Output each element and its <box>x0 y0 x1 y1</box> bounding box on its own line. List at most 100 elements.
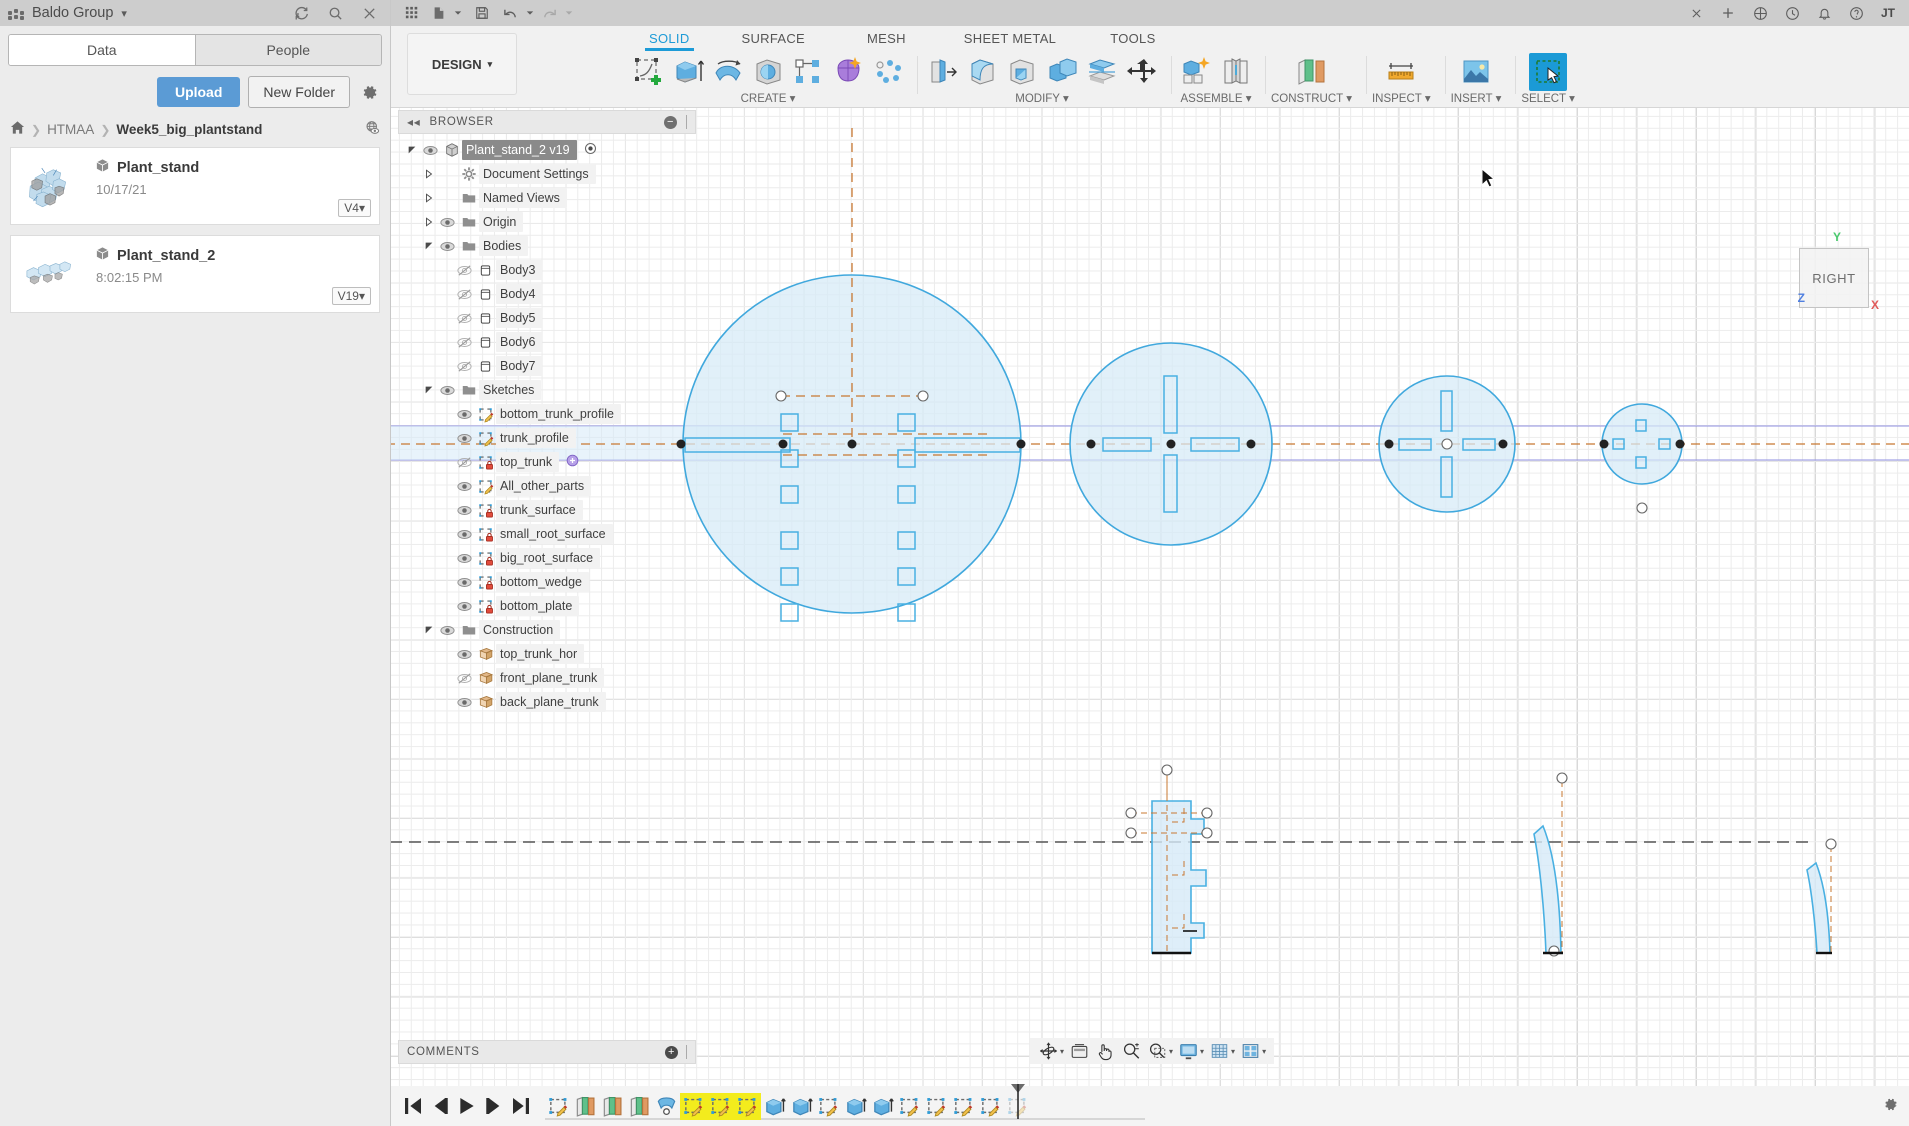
offset-plane-icon[interactable] <box>1292 53 1330 91</box>
play-icon[interactable] <box>455 1094 479 1118</box>
collapse-left-icon[interactable]: ◂◂ <box>407 115 420 129</box>
tab-tools[interactable]: TOOLS <box>1098 31 1167 46</box>
timeline-feature-1[interactable] <box>572 1093 599 1120</box>
chevron-down-icon[interactable] <box>523 2 536 24</box>
timeline-feature-13[interactable] <box>896 1093 923 1120</box>
create-sketch-icon[interactable] <box>629 53 667 91</box>
form-icon[interactable] <box>829 53 867 91</box>
search-icon[interactable] <box>322 2 348 24</box>
tree-item-body7[interactable]: Body7 <box>398 354 696 378</box>
eye-visible-icon[interactable] <box>419 142 441 159</box>
breadcrumb-item-1[interactable]: Week5_big_plantstand <box>116 122 262 137</box>
joint-icon[interactable] <box>1217 53 1255 91</box>
shell-icon[interactable] <box>1003 53 1041 91</box>
eye-hidden-icon[interactable] <box>453 334 475 351</box>
timeline-feature-6[interactable] <box>707 1092 734 1120</box>
tree-item-back-plane-trunk[interactable]: back_plane_trunk <box>398 690 696 714</box>
timeline-feature-0[interactable] <box>545 1093 572 1120</box>
fillet-icon[interactable] <box>963 53 1001 91</box>
revolve-icon[interactable] <box>709 53 747 91</box>
group-dropdown-caret[interactable]: ▾ <box>121 7 127 20</box>
upload-button[interactable]: Upload <box>156 77 241 107</box>
timeline-settings-gear-icon[interactable] <box>1882 1096 1899 1118</box>
eye-visible-icon[interactable] <box>453 574 475 591</box>
viewports-icon[interactable]: ▾ <box>1238 1039 1268 1063</box>
tab-solid[interactable]: SOLID <box>637 31 702 51</box>
eye-visible-icon[interactable] <box>453 502 475 519</box>
display-settings-icon[interactable]: ▾ <box>1176 1039 1206 1063</box>
insert-image-icon[interactable] <box>1457 53 1495 91</box>
tree-item-body6[interactable]: Body6 <box>398 330 696 354</box>
collapse-arrow-icon[interactable] <box>421 193 436 203</box>
measure-icon[interactable] <box>1382 53 1420 91</box>
timeline-feature-9[interactable] <box>788 1093 815 1120</box>
tab-sheet-metal[interactable]: SHEET METAL <box>952 31 1068 46</box>
pattern-icon[interactable] <box>789 53 827 91</box>
grid-snap-icon[interactable]: ▾ <box>1207 1039 1237 1063</box>
collapse-arrow-icon[interactable] <box>421 217 436 227</box>
add-tab-icon[interactable] <box>1713 2 1743 24</box>
timeline-feature-12[interactable] <box>869 1093 896 1120</box>
grid-apps-icon[interactable] <box>397 2 427 24</box>
tree-item-front-plane-trunk[interactable]: front_plane_trunk <box>398 666 696 690</box>
group-name[interactable]: Baldo Group <box>32 5 113 21</box>
tree-item-plant-stand-2-v19[interactable]: Plant_stand_2 v19 <box>398 138 696 162</box>
tree-item-bottom-plate[interactable]: bottom_plate <box>398 594 696 618</box>
chevron-down-icon[interactable] <box>562 2 575 24</box>
tree-item-document-settings[interactable]: Document Settings <box>398 162 696 186</box>
eye-visible-icon[interactable] <box>453 406 475 423</box>
extensions-icon[interactable] <box>1745 2 1775 24</box>
skip-start-icon[interactable] <box>401 1094 425 1118</box>
timeline-feature-15[interactable] <box>950 1093 977 1120</box>
save-icon[interactable] <box>467 2 497 24</box>
collapse-arrow-icon[interactable] <box>421 169 436 179</box>
eye-visible-icon[interactable] <box>436 382 458 399</box>
zoom-window-icon[interactable]: ▾ <box>1145 1039 1175 1063</box>
chevron-down-icon[interactable]: ▾ <box>1231 1047 1235 1056</box>
eye-hidden-icon[interactable] <box>453 358 475 375</box>
chevron-down-icon[interactable] <box>451 2 465 24</box>
help-icon[interactable] <box>1841 2 1871 24</box>
tree-item-origin[interactable]: Origin <box>398 210 696 234</box>
timeline-feature-8[interactable] <box>761 1093 788 1120</box>
timeline-feature-5[interactable] <box>680 1092 707 1120</box>
tree-item-big-root-surface[interactable]: big_root_surface <box>398 546 696 570</box>
select-window-icon[interactable] <box>1529 53 1568 91</box>
sweep-icon[interactable] <box>749 53 787 91</box>
timeline-feature-14[interactable] <box>923 1093 950 1120</box>
tab-people[interactable]: People <box>194 35 381 65</box>
timeline-feature-2[interactable] <box>599 1093 626 1120</box>
expand-arrow-icon[interactable] <box>404 145 419 155</box>
home-icon[interactable] <box>10 120 25 139</box>
tree-item-bottom-wedge[interactable]: bottom_wedge <box>398 570 696 594</box>
extrude-icon[interactable] <box>669 53 707 91</box>
eye-visible-icon[interactable] <box>453 646 475 663</box>
eye-hidden-icon[interactable] <box>453 262 475 279</box>
eye-visible-icon[interactable] <box>436 238 458 255</box>
tree-item-top-trunk-hor[interactable]: top_trunk_hor <box>398 642 696 666</box>
timeline-feature-10[interactable] <box>815 1093 842 1120</box>
eye-visible-icon[interactable] <box>453 430 475 447</box>
tab-data[interactable]: Data <box>9 35 195 65</box>
timeline-feature-7[interactable] <box>734 1092 761 1120</box>
eye-hidden-icon[interactable] <box>453 286 475 303</box>
combine-icon[interactable] <box>1043 53 1081 91</box>
comments-panel-header[interactable]: COMMENTS + <box>398 1040 696 1064</box>
step-forward-icon[interactable] <box>482 1094 506 1118</box>
tree-item-bottom-trunk-profile[interactable]: bottom_trunk_profile <box>398 402 696 426</box>
eye-visible-icon[interactable] <box>453 550 475 567</box>
offset-face-icon[interactable] <box>1083 53 1121 91</box>
tab-mesh[interactable]: MESH <box>855 31 918 46</box>
file-card-plant-stand[interactable]: Plant_stand 10/17/21 V4▾ <box>10 147 380 225</box>
dots-pattern-icon[interactable] <box>869 53 907 91</box>
eye-hidden-icon[interactable] <box>453 310 475 327</box>
tree-item-body3[interactable]: Body3 <box>398 258 696 282</box>
timeline-feature-11[interactable] <box>842 1093 869 1120</box>
radio-dot-icon[interactable] <box>583 141 598 159</box>
tree-item-top-trunk[interactable]: top_trunk <box>398 450 696 474</box>
eye-visible-icon[interactable] <box>436 622 458 639</box>
orbit-icon[interactable]: ▾ <box>1036 1039 1066 1063</box>
expand-arrow-icon[interactable] <box>421 625 436 635</box>
undo-icon[interactable] <box>499 2 521 24</box>
refresh-icon[interactable] <box>288 2 314 24</box>
